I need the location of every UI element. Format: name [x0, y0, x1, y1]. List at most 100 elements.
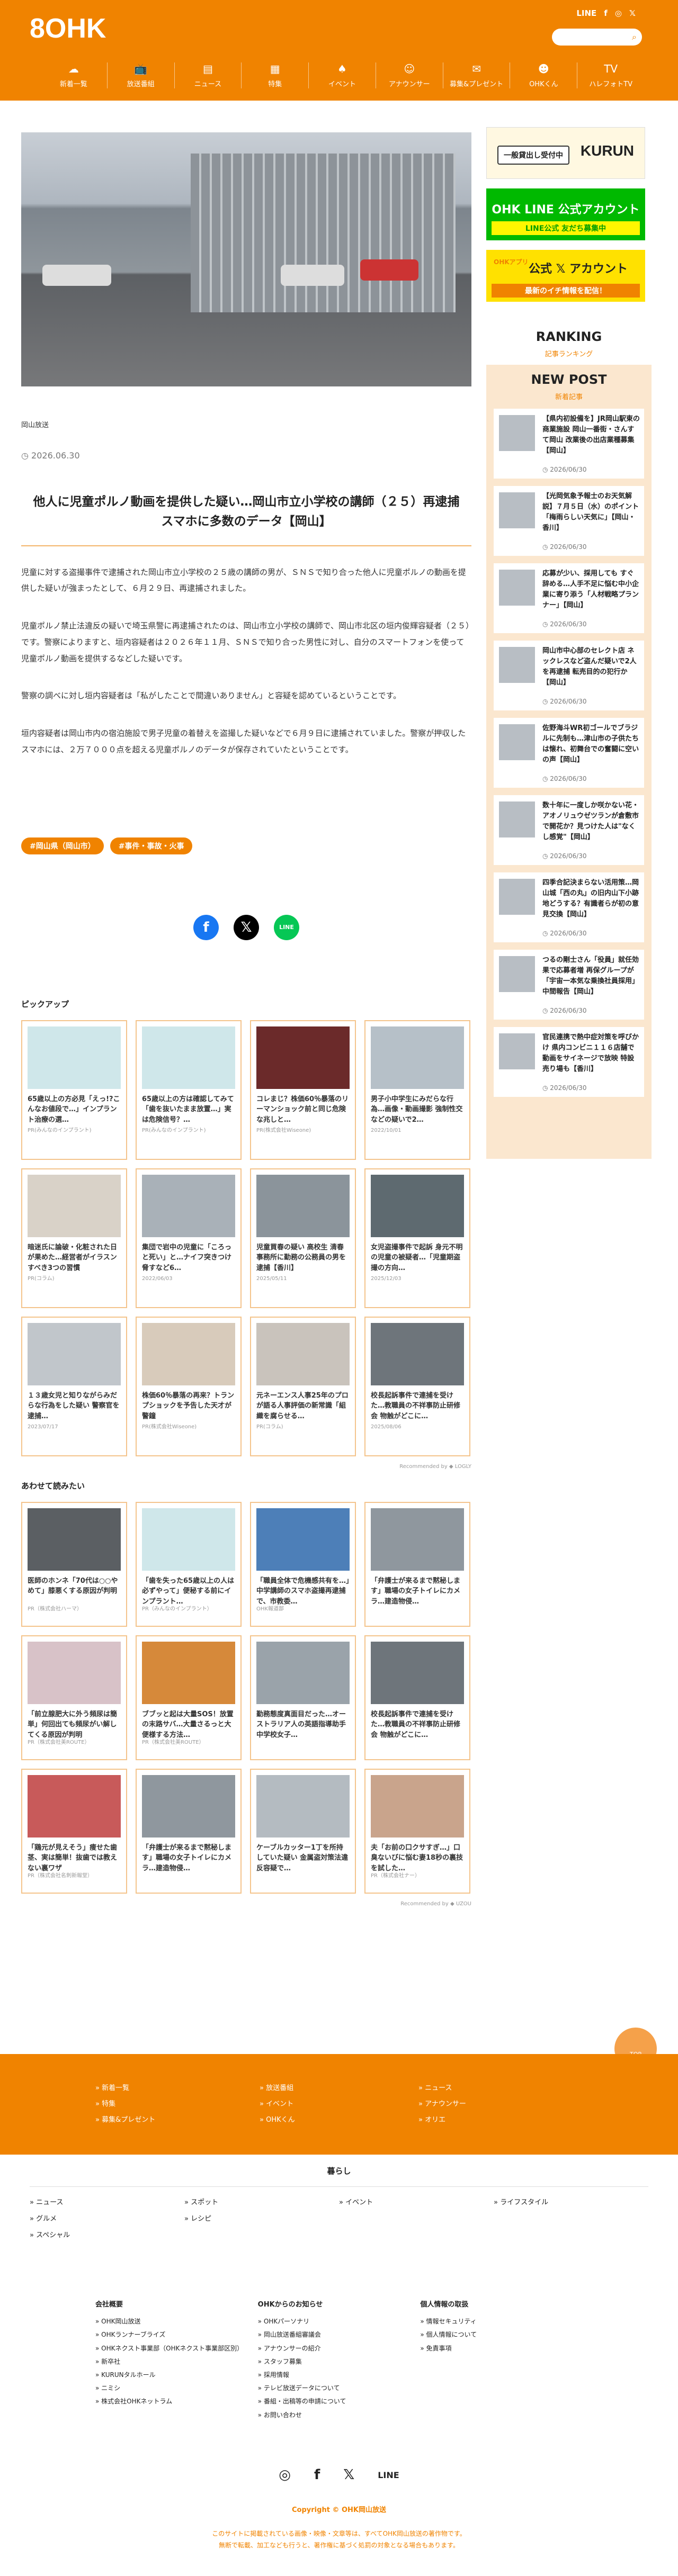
info-link[interactable]: » 番組・出稿等の申請について [258, 2395, 421, 2408]
card-thumbnail [28, 1174, 121, 1237]
recommended-by-logly[interactable]: Recommended by ◆ LOGLY [21, 1464, 471, 1470]
footer-link[interactable]: » イベント [260, 2096, 295, 2112]
footer-link[interactable]: » 募集&プレゼント [95, 2112, 155, 2128]
footer-link[interactable]: » 特集 [95, 2096, 155, 2112]
info-link[interactable]: » 新卒社 [95, 2355, 258, 2368]
nav-item-features[interactable]: ▦ 特集 [241, 62, 308, 88]
info-link[interactable]: » 免責事項 [420, 2342, 583, 2355]
nav-item-ohkkun[interactable]: ☻ OHKくん [510, 62, 577, 88]
footer-link[interactable]: » オリエ [418, 2112, 466, 2128]
nav-item-present[interactable]: ✉ 募集&プレゼント [442, 62, 510, 88]
info-link[interactable]: » アナウンサーの紹介 [258, 2342, 421, 2355]
pickup-card[interactable]: 校長起訴事件で連捕を受けた…教職員の不祥事防止研修会 物触がどこに… 2025/0… [364, 1316, 470, 1456]
footer-link[interactable]: » 放送番組 [260, 2080, 295, 2096]
kurashi-link[interactable]: » レシピ [184, 2211, 339, 2227]
new-post-item[interactable]: 岡山市中心部のセレクト店 ネックレスなど盗んだ疑いで2人を再逮捕 転売目的の犯行… [494, 641, 644, 710]
also-read-card[interactable]: ケーブルカッター1丁を所持していた疑い 金属盗対策法違反容疑で… [250, 1768, 356, 1894]
info-link[interactable]: » お問い合わせ [258, 2409, 421, 2422]
nav-item-announcers[interactable]: ☺ アナウンサー [375, 62, 443, 88]
x-icon[interactable]: 𝕏 [629, 8, 636, 18]
new-post-item[interactable]: 応募が少い、採用しても すぐ辞める…人手不足に悩む中小企業に寄り添う「人材戦略プ… [494, 563, 644, 633]
footer-link[interactable]: » アナウンサー [418, 2096, 466, 2112]
info-link[interactable]: » 個人情報について [420, 2328, 583, 2341]
article-category[interactable]: 岡山放送 [21, 419, 471, 429]
info-link[interactable]: » OHKネクスト事業部（OHKネクスト事業部区別） [95, 2342, 258, 2355]
also-read-card[interactable]: 勤務態度真面目だった…オーストラリア人の英語指導助手 中学校女子… [250, 1635, 356, 1760]
also-read-card[interactable]: 「歯を失った65歳以上の人は必ずやって」便秘する前にインプラント… PR（みんなの… [136, 1501, 242, 1627]
info-link[interactable]: » 採用情報 [258, 2368, 421, 2382]
pickup-card[interactable]: 65歳以上の方は確認してみて「歯を抜いたまま放置…」実は危険信号？… PR(みんな… [136, 1020, 242, 1160]
also-read-card[interactable]: 医師のホンネ「70代は○○やめて」膝悪くする原因が判明 PR（株式会社ハーマ） [21, 1501, 127, 1627]
also-read-card[interactable]: 「弁護士が来るまで黙秘します」職場の女子トイレにカメラ…建造物侵… [136, 1768, 242, 1894]
info-link[interactable]: » KURUNタルホール [95, 2368, 258, 2382]
kurashi-link[interactable]: » スポット [184, 2194, 339, 2211]
x-banner[interactable]: OHKアプリ 公式 𝕏 アカウント 最新のイチ情報を配信！ [486, 250, 645, 302]
new-post-item[interactable]: 佐野海斗WR初ゴールでブラジルに先制も…津山市の子供たちは懐れ、初舞台での奮闘に… [494, 718, 644, 788]
info-link[interactable]: » 岡山放送番組審議会 [258, 2328, 421, 2341]
pickup-card[interactable]: 児童買春の疑い 高校生 清春事務所に勤務の公務員の男を逮捕【香川】 2025/05… [250, 1168, 356, 1308]
x-icon[interactable]: 𝕏 [343, 2467, 354, 2483]
pickup-card[interactable]: 暗迷氏に論破・化粧された日が果めた…経営者がイラスンすべき3つの習慣 PR(コラム… [21, 1168, 127, 1308]
new-post-item[interactable]: 【光岡気象予報士のお天気解説】７月５日（水）のポイント「梅雨らしい天気に」【岡山… [494, 486, 644, 556]
info-link[interactable]: » テレビ放送データについて [258, 2382, 421, 2395]
info-link[interactable]: » OHK岡山放送 [95, 2315, 258, 2328]
instagram-icon[interactable]: ◎ [615, 8, 622, 18]
pickup-card[interactable]: 集団で岩中の児童に「ころっと死い」と…ナイフ突きつけ脅すなど6… 2022/06/… [136, 1168, 242, 1308]
kurashi-link[interactable]: » イベント [339, 2194, 494, 2211]
info-link[interactable]: » ニミシ [95, 2382, 258, 2395]
facebook-share-icon[interactable]: f [193, 914, 219, 940]
new-post-item[interactable]: 【県内初設備を】JR岡山駅東の商業施設 岡山一番街・さんすて岡山 改業後の出店業… [494, 409, 644, 479]
footer-link[interactable]: » 新着一覧 [95, 2080, 155, 2096]
kurashi-link[interactable]: » ニュース [30, 2194, 184, 2211]
pickup-card[interactable]: コレまじ？株価60％暴落のリーマンショック前と同じ危険な兆しと… PR(株式会社W… [250, 1020, 356, 1160]
line-banner[interactable]: OHK LINE 公式アカウント LINE公式 友だち募集中 [486, 188, 645, 240]
site-logo[interactable]: 8OHK [30, 13, 106, 44]
info-link[interactable]: » 情報セキュリティ [420, 2315, 583, 2328]
footer-link[interactable]: » ニュース [418, 2080, 466, 2096]
new-post-item[interactable]: 官民連携で熱中症対策を呼びかけ 県内コンビニ１１６店舗で動画をサイネージで放映 … [494, 1027, 644, 1097]
also-read-card[interactable]: ブブッと起は大量SOS！放置の末路サバ…大量さるっと大便様する方法… PR（株式会… [136, 1635, 242, 1760]
nav-item-events[interactable]: ♠ イベント [308, 62, 376, 88]
info-link[interactable]: » スタッフ募集 [258, 2355, 421, 2368]
search-input[interactable]: ⌕ [552, 29, 642, 46]
new-post-item[interactable]: つるの剛士さん「役員」就任効果で応募者増 再保グループが「宇宙一本気な乗換社員採… [494, 950, 644, 1020]
facebook-icon[interactable]: f [604, 8, 608, 18]
pickup-card[interactable]: 女児盗撮事件で起訴 身元不明の児童の被疑者…「児童期盗撮の方向… 2025/12/… [364, 1168, 470, 1308]
search-icon[interactable]: ⌕ [632, 32, 637, 42]
car-shape [360, 259, 418, 281]
new-post-item[interactable]: 四季合記決まらない活用策…岡山城「西の丸」の旧内山下小跡地どうする？有識者らが初… [494, 872, 644, 942]
also-read-card[interactable]: 夫「お前の口クサすぎ…」口臭ないびに悩む妻18秒の裏技を試した… PR（株式会社ナ… [364, 1768, 470, 1894]
line-icon[interactable]: LINE [576, 8, 596, 18]
instagram-icon[interactable]: ◎ [279, 2467, 291, 2483]
nav-item-news[interactable]: ▤ ニュース [174, 62, 242, 88]
also-read-card[interactable]: 「職員全体で危機感共有を…」中学講師のスマホ盗撮再逮捕で、市教委… OHK報道部 [250, 1501, 356, 1627]
nav-item-programs[interactable]: 📺 放送番組 [106, 62, 174, 88]
x-share-icon[interactable]: 𝕏 [234, 914, 259, 940]
kurun-banner[interactable]: 一般貸出し受付中 KURUN [486, 127, 645, 179]
info-link[interactable]: » OHKパーソナリ [258, 2315, 421, 2328]
nav-item-harephoto[interactable]: TV ハレフォトTV [577, 62, 644, 88]
kurashi-link[interactable]: » ライフスタイル [494, 2194, 648, 2211]
kurashi-link[interactable]: » スペシャル [30, 2227, 184, 2244]
line-share-icon[interactable]: LINE [274, 914, 299, 940]
recommended-by-uzou[interactable]: Recommended by ◆ UZOU [21, 1901, 471, 1907]
also-read-card[interactable]: 「前立腺肥大に外う頻尿は簡単」何回出ても頻尿がい解してくる原因が判明 PR（株式会… [21, 1635, 127, 1760]
kurashi-link[interactable]: » グルメ [30, 2211, 184, 2227]
tag-incident[interactable]: #事件・事故・火事 [110, 837, 193, 854]
footer-link[interactable]: » OHKくん [260, 2112, 295, 2128]
info-link[interactable]: » 株式会社OHKネットラム [95, 2395, 258, 2408]
also-read-card[interactable]: 校長起訴事件で連捕を受けた…教職員の不祥事防止研修会 物触がどこに… [364, 1635, 470, 1760]
pickup-card[interactable]: 株価60％暴落の再来？トランプショックを予告した天才が警鐘 PR(株式会社Wise… [136, 1316, 242, 1456]
info-link[interactable]: » OHKランナーブライズ [95, 2328, 258, 2341]
line-icon[interactable]: LINE [378, 2467, 399, 2483]
pickup-card[interactable]: 元ネーエンス人事25年のプロが語る人事評価の新常識「組織を腐らせる… PR(コラム… [250, 1316, 356, 1456]
tag-okayama-city[interactable]: #岡山県（岡山市） [21, 837, 104, 854]
pickup-card[interactable]: 65歳以上の方必見「えっ!?こんなお値段で…」インプラント治療の選… PR(みんな… [21, 1020, 127, 1160]
new-post-item[interactable]: 数十年に一度しか咲かない花・アオノリュウゼツランが倉敷市で開花か？見つけた人は"… [494, 795, 644, 865]
pickup-card[interactable]: 男子小中学生にみだらな行為…画像・動画撮影 強制性交などの疑いで2… 2022/1… [364, 1020, 470, 1160]
nav-item-new[interactable]: ☁ 新着一覧 [40, 62, 107, 88]
facebook-icon[interactable]: f [314, 2467, 320, 2483]
also-read-card[interactable]: 「弁護士が来るまで黙秘します」職場の女子トイレにカメラ…建造物侵… [364, 1501, 470, 1627]
pickup-card[interactable]: １３歳女児と知りながらみだらな行為をした疑い 警察官を逮捕… 2023/07/17 [21, 1316, 127, 1456]
also-read-card[interactable]: 「鶏元が見えそう」痩せた歯茎、実は簡単！抜歯では教えない裏ワザ PR（株式会社名刺… [21, 1768, 127, 1894]
